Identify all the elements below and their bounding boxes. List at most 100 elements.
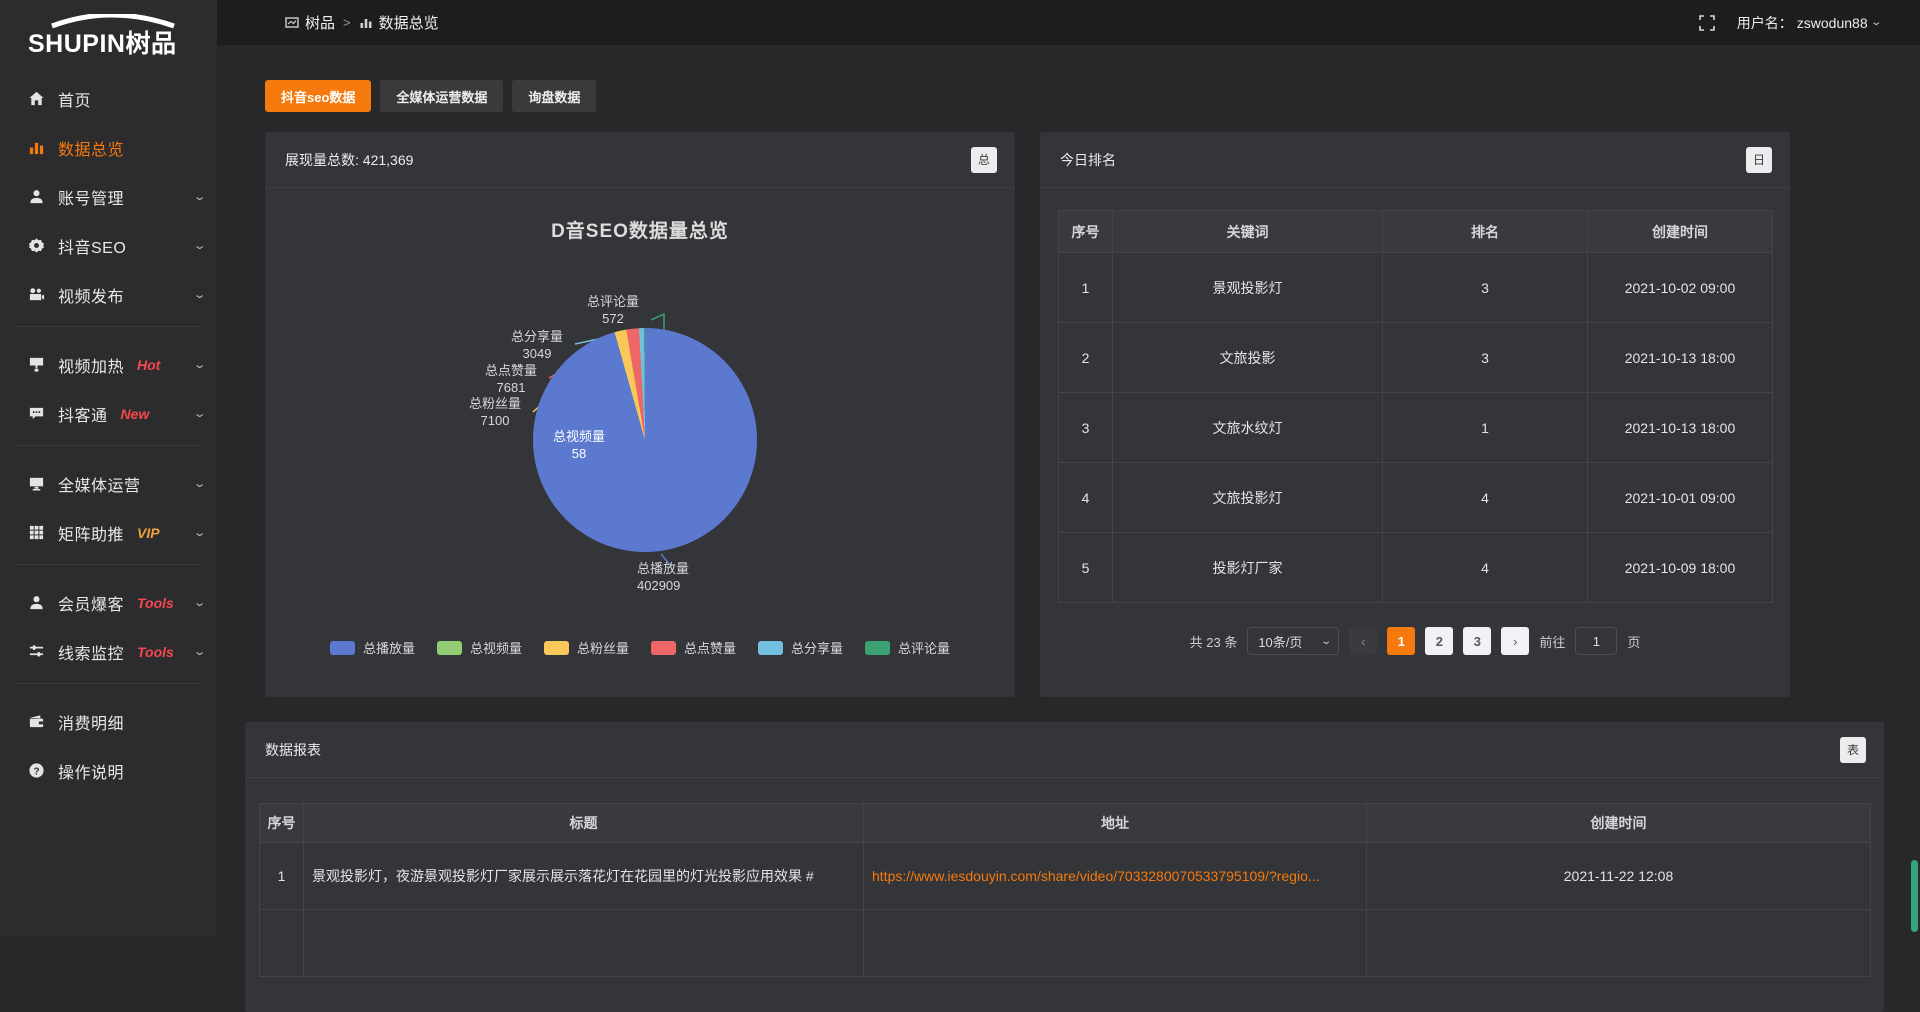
table-row[interactable]: 2 文旅投影 3 2021-10-13 18:00 (1059, 323, 1773, 393)
logo-arc (52, 15, 174, 26)
col-header-no: 序号 (1059, 211, 1113, 253)
col-header-title: 标题 (304, 804, 864, 843)
today-ranking-card: 今日排名 日 序号 关键词 排名 创建时间 1 景观投影灯 3 2021-10-… (1040, 132, 1790, 697)
chart-legend: 总播放量 总视频量 总粉丝量 总点赞量 总分享量 总评论量 (265, 638, 1015, 657)
cell-rank: 3 (1383, 253, 1588, 323)
sidebar-item-label: 消费明细 (58, 710, 124, 734)
prev-page-button[interactable]: ‹ (1349, 627, 1377, 655)
pie-chart-area: D音SEO数据量总览 总评论量572 总分享量3049 总点赞量7681 总粉丝… (265, 188, 1015, 697)
sidebar-item-home[interactable]: 首页 (0, 74, 217, 123)
chevron-down-icon: ⌄ (192, 190, 206, 203)
day-toggle-button[interactable]: 日 (1746, 147, 1772, 173)
sidebar-item-label: 抖音SEO (58, 234, 126, 258)
pie-label-plays: 总播放量402909 (637, 560, 727, 594)
sidebar-item-douyin-seo[interactable]: 抖音SEO ⌄ (0, 221, 217, 270)
cell-created (1367, 910, 1871, 977)
sidebar-item-consumption[interactable]: 消费明细 (0, 697, 217, 746)
today-ranking-table: 序号 关键词 排名 创建时间 1 景观投影灯 3 2021-10-02 09:0… (1058, 210, 1773, 603)
table-row[interactable]: 1 景观投影灯，夜游景观投影灯厂家展示展示落花灯在花园里的灯光投影应用效果 # … (260, 843, 1871, 910)
username-label: 用户名： (1737, 13, 1793, 33)
breadcrumb-item-data-overview[interactable]: 数据总览 (359, 12, 439, 33)
cell-created: 2021-10-13 18:00 (1588, 323, 1773, 393)
legend-item-videos[interactable]: 总视频量 (437, 638, 522, 657)
sliders-icon (28, 643, 45, 660)
sidebar-item-instructions[interactable]: ? 操作说明 (0, 746, 217, 795)
home-icon (28, 90, 45, 107)
next-page-button[interactable]: › (1501, 627, 1529, 655)
chevron-down-icon: ⌄ (192, 596, 206, 609)
table-row[interactable]: 5 投影灯厂家 4 2021-10-09 18:00 (1059, 533, 1773, 603)
pie-label-videos: 总视频量58 (539, 428, 619, 462)
jump-label: 前往 (1539, 632, 1565, 651)
cell-rank: 4 (1383, 463, 1588, 533)
data-tabs: 抖音seo数据 全媒体运营数据 询盘数据 (265, 80, 596, 112)
scrollbar-thumb[interactable] (1911, 860, 1918, 932)
cell-no: 3 (1059, 393, 1113, 463)
monitor-icon (28, 475, 45, 492)
sidebar-item-video-heat[interactable]: 视频加热 Hot ⌄ (0, 340, 217, 389)
sidebar-item-video-publish[interactable]: 视频发布 ⌄ (0, 270, 217, 319)
chevron-down-icon: ⌄ (192, 288, 206, 301)
chevron-down-icon: ⌄ (192, 645, 206, 658)
sidebar-item-omnimedia[interactable]: 全媒体运营 ⌄ (0, 459, 217, 508)
new-badge: New (121, 406, 150, 422)
tab-omnimedia-data[interactable]: 全媒体运营数据 (380, 80, 503, 112)
pie-label-likes: 总点赞量7681 (471, 362, 551, 396)
today-card-title: 今日排名 (1060, 150, 1116, 170)
breadcrumb-separator: > (343, 15, 351, 30)
sidebar-item-doukangtong[interactable]: 抖客通 New ⌄ (0, 389, 217, 438)
sidebar-item-label: 数据总览 (58, 136, 124, 160)
legend-item-plays[interactable]: 总播放量 (330, 638, 415, 657)
user-menu[interactable]: 用户名：zswodun88 ⌄ (1737, 13, 1880, 33)
data-report-card: 数据报表 表 序号 标题 地址 创建时间 1 景观投影灯，夜游景观投影灯厂家展示… (245, 722, 1884, 1012)
table-row[interactable]: 3 文旅水纹灯 1 2021-10-13 18:00 (1059, 393, 1773, 463)
hot-badge: Hot (137, 357, 160, 373)
breadcrumb-item-shupin[interactable]: 树品 (285, 12, 335, 33)
page-scrollbar[interactable] (1911, 45, 1918, 936)
sidebar-item-matrix-boost[interactable]: 矩阵助推 VIP ⌄ (0, 508, 217, 557)
cell-no: 2 (1059, 323, 1113, 393)
page-size-select[interactable]: 10条/页 ⌄ (1247, 627, 1339, 655)
pie-label-comments: 总评论量572 (573, 293, 653, 327)
cell-keyword: 投影灯厂家 (1113, 533, 1383, 603)
video-camera-icon (28, 286, 45, 303)
wallet-icon (28, 713, 45, 730)
page-button-3[interactable]: 3 (1463, 627, 1491, 655)
legend-swatch (437, 641, 462, 655)
chart-title: D音SEO数据量总览 (265, 216, 1015, 243)
legend-item-comments[interactable]: 总评论量 (865, 638, 950, 657)
gear-icon (28, 237, 45, 254)
page-button-2[interactable]: 2 (1425, 627, 1453, 655)
cell-rank: 3 (1383, 323, 1588, 393)
tab-inquiry-data[interactable]: 询盘数据 (512, 80, 596, 112)
breadcrumb-label: 树品 (305, 12, 335, 33)
cell-keyword: 景观投影灯 (1113, 253, 1383, 323)
cell-created: 2021-11-22 12:08 (1367, 843, 1871, 910)
cell-created: 2021-10-01 09:00 (1588, 463, 1773, 533)
page-button-1[interactable]: 1 (1387, 627, 1415, 655)
jump-unit: 页 (1627, 632, 1640, 651)
sidebar-item-member-burst[interactable]: 会员爆客 Tools ⌄ (0, 578, 217, 627)
table-row[interactable] (260, 910, 1871, 977)
jump-page-input[interactable] (1575, 627, 1617, 655)
legend-swatch (544, 641, 569, 655)
table-row[interactable]: 4 文旅投影灯 4 2021-10-01 09:00 (1059, 463, 1773, 533)
table-header-row: 序号 标题 地址 创建时间 (260, 804, 1871, 843)
table-row[interactable]: 1 景观投影灯 3 2021-10-02 09:00 (1059, 253, 1773, 323)
table-toggle-button[interactable]: 表 (1840, 737, 1866, 763)
sidebar-item-lead-monitor[interactable]: 线索监控 Tools ⌄ (0, 627, 217, 676)
legend-item-fans[interactable]: 总粉丝量 (544, 638, 629, 657)
video-link[interactable]: https://www.iesdouyin.com/share/video/70… (872, 868, 1320, 884)
fullscreen-icon[interactable] (1699, 15, 1715, 31)
sidebar-item-data-overview[interactable]: 数据总览 (0, 123, 217, 172)
legend-swatch (330, 641, 355, 655)
total-toggle-button[interactable]: 总 (971, 147, 997, 173)
chat-bubble-icon (28, 405, 45, 422)
tab-douyin-seo-data[interactable]: 抖音seo数据 (265, 80, 371, 112)
sidebar-item-account[interactable]: 账号管理 ⌄ (0, 172, 217, 221)
overview-card-title: 展现量总数: 421,369 (285, 150, 413, 170)
bar-chart-icon (28, 139, 45, 156)
legend-swatch (758, 641, 783, 655)
legend-item-shares[interactable]: 总分享量 (758, 638, 843, 657)
legend-item-likes[interactable]: 总点赞量 (651, 638, 736, 657)
